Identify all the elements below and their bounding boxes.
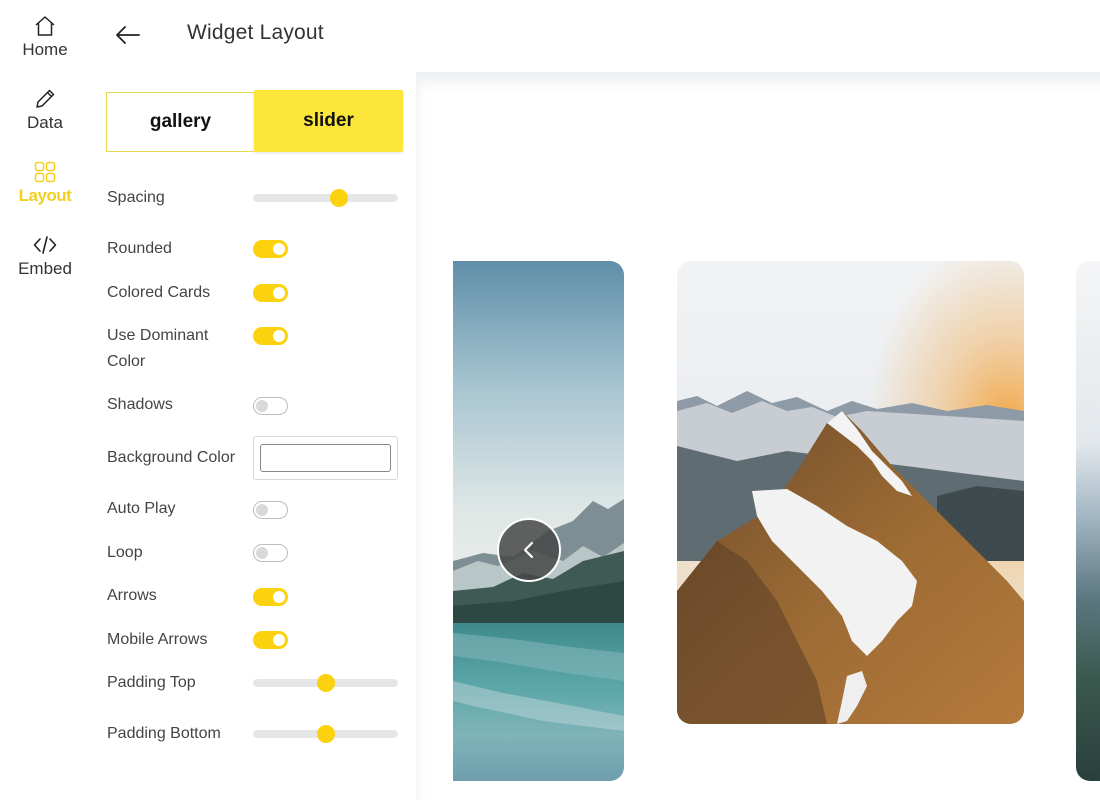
nav-label-home: Home bbox=[22, 40, 68, 59]
layout-type-toggle: gallery slider bbox=[106, 90, 403, 152]
use-dominant-color-label: Use Dominant Color bbox=[107, 327, 209, 370]
slider-prev-arrow[interactable] bbox=[497, 518, 561, 582]
slider-card-next[interactable] bbox=[1076, 261, 1100, 781]
padding-top-label: Padding Top bbox=[107, 674, 196, 691]
arrow-left-icon bbox=[116, 26, 140, 44]
padding-bottom-slider-thumb[interactable] bbox=[316, 725, 335, 743]
rounded-toggle[interactable] bbox=[253, 240, 288, 258]
slider-option-button[interactable]: slider bbox=[254, 90, 403, 152]
loop-label: Loop bbox=[107, 544, 143, 561]
background-color-input[interactable] bbox=[260, 444, 391, 472]
snowy-ridge-photo bbox=[677, 261, 1024, 724]
padding-top-slider-thumb[interactable] bbox=[316, 674, 335, 692]
spacing-slider-thumb[interactable] bbox=[329, 189, 348, 207]
nav-item-layout[interactable]: Layout bbox=[0, 160, 90, 206]
toggle-knob bbox=[273, 287, 285, 299]
top-bar: Widget Layout bbox=[90, 0, 1100, 72]
rounded-label: Rounded bbox=[107, 240, 172, 257]
pencil-icon bbox=[36, 89, 55, 108]
auto-play-toggle[interactable] bbox=[253, 501, 288, 519]
colored-cards-toggle[interactable] bbox=[253, 284, 288, 302]
shadows-toggle[interactable] bbox=[253, 397, 288, 415]
preview-top-shadow bbox=[416, 72, 1100, 92]
loop-toggle[interactable] bbox=[253, 544, 288, 562]
nav-item-home[interactable]: Home bbox=[0, 14, 90, 60]
mobile-arrows-toggle[interactable] bbox=[253, 631, 288, 649]
toggle-knob bbox=[256, 504, 268, 516]
background-color-label: Background Color bbox=[107, 449, 236, 466]
use-dominant-color-toggle[interactable] bbox=[253, 327, 288, 345]
toggle-knob bbox=[256, 547, 268, 559]
padding-bottom-slider[interactable] bbox=[253, 725, 398, 743]
code-icon bbox=[33, 236, 57, 254]
page-title: Widget Layout bbox=[187, 21, 324, 44]
mobile-arrows-label: Mobile Arrows bbox=[107, 631, 208, 648]
toggle-knob bbox=[273, 591, 285, 603]
nav-label-layout: Layout bbox=[18, 186, 72, 205]
valley-photo bbox=[1076, 261, 1100, 781]
chevron-left-icon bbox=[523, 541, 534, 559]
colored-cards-label: Colored Cards bbox=[107, 284, 211, 301]
arrows-label: Arrows bbox=[107, 587, 157, 604]
toggle-knob bbox=[273, 243, 285, 255]
grid-icon bbox=[34, 161, 56, 183]
nav-label-data: Data bbox=[27, 113, 63, 132]
back-button[interactable] bbox=[112, 20, 146, 50]
gallery-option-button[interactable]: gallery bbox=[106, 92, 254, 152]
home-icon bbox=[35, 16, 55, 36]
spacing-slider[interactable] bbox=[253, 189, 398, 207]
shadows-label: Shadows bbox=[107, 396, 173, 413]
side-nav: Home Data Layout Embed bbox=[0, 0, 90, 800]
padding-bottom-label: Padding Bottom bbox=[107, 725, 221, 742]
arrows-toggle[interactable] bbox=[253, 588, 288, 606]
toggle-knob bbox=[256, 400, 268, 412]
padding-top-slider[interactable] bbox=[253, 674, 398, 692]
layout-settings-panel: gallery slider Spacing Rounded Colored C… bbox=[90, 72, 416, 800]
toggle-knob bbox=[273, 330, 285, 342]
nav-item-embed[interactable]: Embed bbox=[0, 233, 90, 279]
nav-label-embed: Embed bbox=[18, 259, 72, 278]
slider-card-ridge[interactable] bbox=[677, 261, 1024, 724]
auto-play-label: Auto Play bbox=[107, 500, 176, 517]
toggle-knob bbox=[273, 634, 285, 646]
nav-item-data[interactable]: Data bbox=[0, 87, 90, 133]
background-color-field bbox=[253, 436, 398, 480]
spacing-label: Spacing bbox=[107, 189, 165, 206]
widget-preview bbox=[416, 72, 1100, 800]
